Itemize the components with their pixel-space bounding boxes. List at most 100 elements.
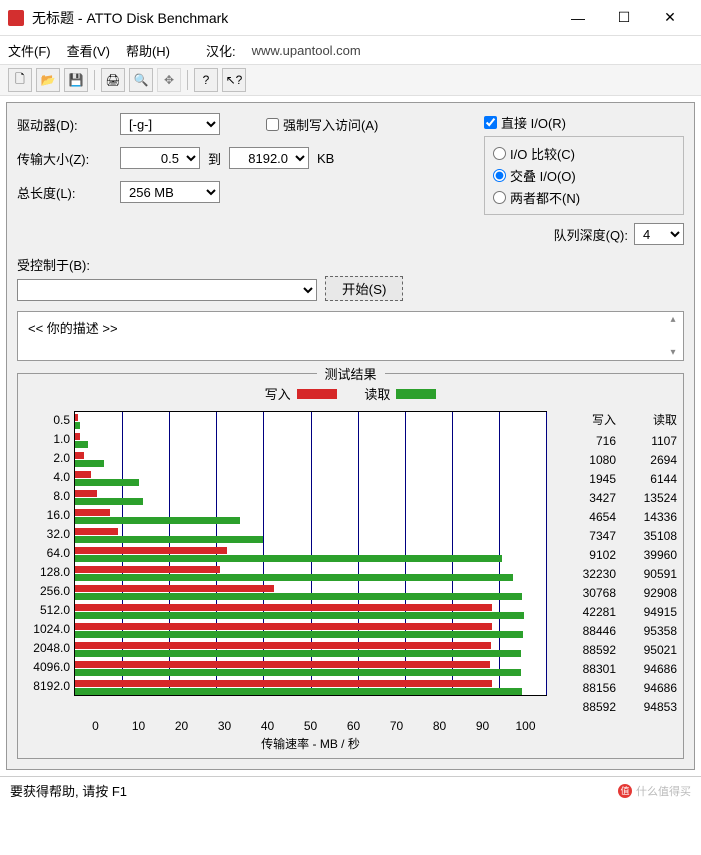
bar-row <box>75 640 546 659</box>
x-axis-label: 传输速率 - MB / 秒 <box>0 735 677 752</box>
controlled-label: 受控制于(B): <box>17 255 90 274</box>
queue-select[interactable]: 4 <box>634 223 684 245</box>
description-text: << 你的描述 >> <box>28 321 118 336</box>
number-row: 3223090591 <box>555 565 677 584</box>
y-tick: 0.5 <box>24 411 70 430</box>
read-bar <box>75 536 263 543</box>
minimize-button[interactable]: — <box>555 3 601 33</box>
whats-this-icon[interactable]: ↖? <box>222 68 246 92</box>
save-icon[interactable]: 💾 <box>64 68 88 92</box>
write-bar <box>75 566 220 573</box>
length-label: 总长度(L): <box>17 183 112 202</box>
drive-label: 驱动器(D): <box>17 115 112 134</box>
scrollbar[interactable]: ▴▾ <box>665 314 681 358</box>
bar-row <box>75 659 546 678</box>
write-swatch <box>297 389 337 399</box>
overlap-io-radio[interactable]: 交叠 I/O(O) <box>493 166 675 185</box>
read-bar <box>75 479 139 486</box>
bar-row <box>75 678 546 697</box>
read-bar <box>75 441 88 448</box>
drive-select[interactable]: [-g-] <box>120 113 220 135</box>
menu-view[interactable]: 查看(V) <box>67 41 110 60</box>
y-tick: 32.0 <box>24 525 70 544</box>
write-bar <box>75 661 490 668</box>
read-bar <box>75 631 523 638</box>
transfer-label: 传输大小(Z): <box>17 149 112 168</box>
write-bar <box>75 680 492 687</box>
size-from-select[interactable]: 0.5 <box>120 147 200 169</box>
controlled-select[interactable] <box>17 279 317 301</box>
number-row: 19456144 <box>555 470 677 489</box>
direct-io-checkbox[interactable]: 直接 I/O(R) <box>484 113 684 132</box>
write-bar <box>75 414 78 421</box>
move-icon[interactable]: ✥ <box>157 68 181 92</box>
separator <box>94 70 95 90</box>
y-tick: 2.0 <box>24 449 70 468</box>
number-row: 3076892908 <box>555 584 677 603</box>
start-button[interactable]: 开始(S) <box>325 276 403 301</box>
size-to-select[interactable]: 8192.0 <box>229 147 309 169</box>
number-row: 4228194915 <box>555 603 677 622</box>
open-icon[interactable]: 📂 <box>36 68 60 92</box>
y-tick: 4096.0 <box>24 658 70 677</box>
bar-row <box>75 469 546 488</box>
to-label: 到 <box>208 149 221 168</box>
bar-row <box>75 583 546 602</box>
legend-read: 读取 <box>364 384 390 403</box>
bar-row <box>75 526 546 545</box>
write-bar <box>75 490 97 497</box>
read-bar <box>75 593 522 600</box>
read-bar <box>75 612 524 619</box>
y-tick: 512.0 <box>24 601 70 620</box>
number-row: 8859295021 <box>555 641 677 660</box>
result-numbers: 写入读取 71611071080269419456144342713524465… <box>547 411 677 717</box>
preview-icon[interactable]: 🔍 <box>129 68 153 92</box>
write-bar <box>75 623 492 630</box>
number-row: 465414336 <box>555 508 677 527</box>
watermark: 值什么值得买 <box>618 783 691 799</box>
close-button[interactable]: ✕ <box>647 3 693 33</box>
number-row: 8830194686 <box>555 660 677 679</box>
bar-row <box>75 488 546 507</box>
number-row: 342713524 <box>555 489 677 508</box>
col-write: 写入 <box>555 411 616 428</box>
menu-bar: 文件(F) 查看(V) 帮助(H) 汉化: www.upantool.com <box>0 36 701 64</box>
menu-help[interactable]: 帮助(H) <box>126 41 170 60</box>
bar-row <box>75 412 546 431</box>
localize-link[interactable]: www.upantool.com <box>252 43 361 58</box>
write-bar <box>75 642 491 649</box>
print-icon[interactable]: 🖨 <box>101 68 125 92</box>
number-row: 10802694 <box>555 451 677 470</box>
maximize-button[interactable]: ☐ <box>601 3 647 33</box>
io-compare-radio[interactable]: I/O 比较(C) <box>493 144 675 163</box>
title-bar: 无标题 - ATTO Disk Benchmark — ☐ ✕ <box>0 0 701 36</box>
y-tick: 8.0 <box>24 487 70 506</box>
new-icon[interactable]: 🗋 <box>8 68 32 92</box>
length-select[interactable]: 256 MB <box>120 181 220 203</box>
write-bar <box>75 471 91 478</box>
legend: 写入 读取 <box>24 384 677 403</box>
help-icon[interactable]: ? <box>194 68 218 92</box>
menu-file[interactable]: 文件(F) <box>8 41 51 60</box>
bar-row <box>75 602 546 621</box>
status-bar: 要获得帮助, 请按 F1 值什么值得买 <box>0 776 701 804</box>
read-swatch <box>396 389 436 399</box>
controls-area: 驱动器(D): [-g-] 强制写入访问(A) 传输大小(Z): 0.5 到 8… <box>17 113 684 245</box>
y-axis-labels: 0.51.02.04.08.016.032.064.0128.0256.0512… <box>24 411 74 717</box>
force-write-checkbox[interactable]: 强制写入访问(A) <box>266 115 378 134</box>
results-title: 测试结果 <box>316 364 384 383</box>
results-group: 测试结果 写入 读取 0.51.02.04.08.016.032.064.012… <box>17 373 684 759</box>
read-bar <box>75 460 104 467</box>
y-tick: 8192.0 <box>24 677 70 696</box>
description-box[interactable]: << 你的描述 >> ▴▾ <box>17 311 684 361</box>
watermark-logo: 值 <box>618 784 632 798</box>
number-row: 734735108 <box>555 527 677 546</box>
col-read: 读取 <box>616 411 677 428</box>
number-row: 8859294853 <box>555 698 677 717</box>
bar-row <box>75 450 546 469</box>
read-bar <box>75 574 513 581</box>
chart-area: 0.51.02.04.08.016.032.064.0128.0256.0512… <box>24 411 677 717</box>
read-bar <box>75 555 502 562</box>
neither-radio[interactable]: 两者都不(N) <box>493 188 675 207</box>
kb-label: KB <box>317 151 334 166</box>
